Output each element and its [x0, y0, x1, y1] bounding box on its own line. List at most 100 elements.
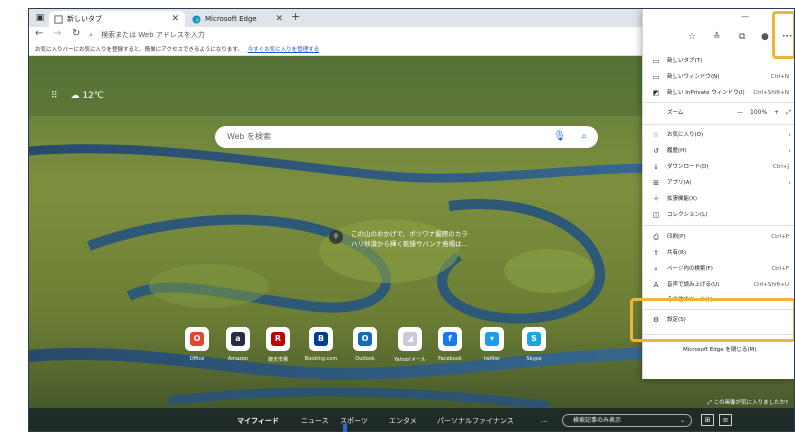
menu-item[interactable]: ▭ 新しいウィンドウ(N) Ctrl+N	[643, 69, 794, 85]
feed-filter-select[interactable]: 検索記事のみ表示 ⌄	[562, 414, 692, 427]
grid-view-icon[interactable]: ⊞	[701, 414, 714, 426]
zoom-in-button[interactable]: +	[774, 109, 779, 116]
settings-highlight	[630, 298, 794, 342]
chevron-right-icon: ›	[788, 131, 791, 139]
apps-grid-icon[interactable]: ⠿	[51, 91, 58, 101]
refresh-icon[interactable]: ↻	[72, 28, 80, 39]
menu-item-label: ページ内の検索(F)	[667, 266, 713, 272]
browser-window: ▣ 新しいタブ ✕ Microsoft Edge ✕ + ← → ↻ ⌕ 検索ま…	[28, 8, 795, 432]
menu-item-label: 新しい InPrivate ウィンドウ(I)	[667, 90, 745, 96]
tab-label: 新しいタブ	[67, 15, 102, 23]
temperature: 12℃	[82, 91, 104, 101]
close-tab-icon[interactable]: ✕	[171, 11, 179, 27]
new-window-icon: ▭	[652, 73, 660, 81]
tile-glyph: ◢	[403, 332, 417, 346]
menu-item[interactable]: ⎙ 印刷(P) Ctrl+P	[643, 229, 794, 245]
caption-line-2: ハリ砂漠から輝く乾燥サバンナ鳥場は...	[351, 240, 468, 248]
caption-line-1: この山のおかげで、ボツワナ最際のカラ	[351, 230, 468, 238]
zoom-out-button[interactable]: —	[737, 109, 743, 116]
back-arrow-icon[interactable]: ←	[35, 28, 43, 39]
like-image-hint[interactable]: ⤢ この画像が気に入りましたか?	[707, 398, 788, 407]
menu-item[interactable]: ⌕ ページ内の検索(F) Ctrl+F	[643, 261, 794, 277]
extensions-icon: ✧	[653, 195, 659, 203]
read-aloud-icon: A	[653, 281, 659, 289]
feed-more[interactable]: ...	[541, 416, 548, 424]
close-tab-icon[interactable]: ✕	[275, 11, 283, 27]
yahoo-mail-icon: ◢	[398, 327, 422, 351]
image-caption[interactable]: ⚲ この山のおかげで、ボツワナ最際のカラ ハリ砂漠から輝く乾燥サバンナ鳥場は..…	[329, 229, 468, 249]
manage-favorites-link[interactable]: 今すぐお気に入りを管理する	[248, 47, 320, 53]
more-button-highlight	[772, 11, 794, 59]
page-icon	[54, 15, 63, 24]
tile-glyph: a	[231, 332, 245, 346]
tab-actions-icon[interactable]: ▣	[33, 11, 47, 25]
office-icon: O	[185, 327, 209, 351]
web-search-box[interactable]: Web を検索 🎙 ⌕	[215, 126, 598, 148]
cloud-icon: ☁	[70, 91, 80, 101]
menu-item[interactable]: Microsoft Edge を閉じる(M)	[643, 342, 794, 358]
list-view-icon[interactable]: ≡	[719, 414, 732, 426]
profile-icon[interactable]: ●	[761, 32, 769, 42]
menu-separator	[643, 124, 794, 125]
menu-item[interactable]: ↺ 履歴(H) ›	[643, 143, 794, 159]
hint-text: この画像が気に入りましたか?	[713, 400, 788, 406]
favorites-message: お気に入りバーにお気に入りを登録すると、簡単にアクセスできるようになります。	[35, 47, 243, 53]
screenshot-stage: ▣ 新しいタブ ✕ Microsoft Edge ✕ + ← → ↻ ⌕ 検索ま…	[0, 0, 795, 440]
feed-tab-news[interactable]: ニュース	[301, 416, 329, 426]
menu-item-label: アプリ(A)	[667, 180, 692, 186]
menu-item-label: 履歴(H)	[667, 148, 687, 154]
feed-tab-finance[interactable]: パーソナルファイナンス	[437, 416, 514, 426]
new-tab-plus-icon[interactable]: +	[291, 10, 300, 23]
menu-item[interactable]: ◫ コレクション(L)	[643, 207, 794, 223]
collections-icon[interactable]: ⧉	[739, 32, 745, 42]
address-placeholder: 検索または Web アドレスを入力	[101, 31, 205, 39]
favorites-list-icon[interactable]: ≛	[713, 32, 721, 42]
weather-widget[interactable]: ⠿ ☁ 12℃	[51, 91, 104, 101]
feed-filter-value: 検索記事のみ表示	[573, 417, 622, 424]
menu-item[interactable]: ✧ 拡張機能(X)	[643, 191, 794, 207]
download-icon: ↓	[653, 163, 659, 171]
menu-item[interactable]: ⊞ アプリ(A) ›	[643, 175, 794, 191]
menu-item-shortcut: Ctrl+F	[771, 266, 789, 272]
tile-label: Skype	[526, 356, 542, 362]
tile-glyph: ▾	[485, 332, 499, 346]
menu-item[interactable]: ◩ 新しい InPrivate ウィンドウ(I) Ctrl+Shift+N	[643, 85, 794, 101]
chevron-right-icon: ›	[788, 147, 791, 155]
menu-item[interactable]: ⇪ 共有(R)	[643, 245, 794, 261]
menu-item[interactable]: ズーム — 100% + ⤢	[643, 105, 794, 121]
skype-icon: S	[522, 327, 546, 351]
twitter-icon: ▾	[480, 327, 504, 351]
favorite-star-icon[interactable]: ☆	[688, 32, 696, 42]
share-icon: ⇪	[653, 249, 659, 257]
search-placeholder: Web を検索	[227, 132, 271, 141]
minimize-icon[interactable]: —	[741, 12, 749, 21]
menu-item-label: 拡張機能(X)	[667, 196, 698, 202]
menu-item-shortcut: Ctrl+Shift+U	[753, 282, 789, 288]
tab-microsoft-edge[interactable]: Microsoft Edge ✕	[187, 11, 289, 27]
menu-item-shortcut: Ctrl+J	[772, 164, 789, 170]
menu-item[interactable]: ☆ お気に入り(O) ›	[643, 127, 794, 143]
find-icon: ⌕	[654, 265, 658, 273]
forward-arrow-icon[interactable]: →	[53, 28, 61, 39]
menu-item[interactable]: A 音声で読み上げる(U) Ctrl+Shift+U	[643, 277, 794, 293]
menu-item-label: ズーム	[667, 110, 684, 116]
menu-separator	[643, 225, 794, 226]
fullscreen-icon[interactable]: ⤢	[786, 109, 791, 116]
menu-item[interactable]: ↓ ダウンロード(D) Ctrl+J	[643, 159, 794, 175]
search-icon[interactable]: ⌕	[581, 126, 587, 148]
menu-item-label: 音声で読み上げる(U)	[667, 282, 720, 288]
chevron-down-icon: ⌄	[679, 417, 685, 424]
menu-item-shortcut: Ctrl+P	[771, 234, 789, 240]
apps-icon: ⊞	[653, 179, 659, 187]
tile-glyph: R	[271, 332, 285, 346]
history-icon: ↺	[653, 147, 659, 155]
tab-new-tab[interactable]: 新しいタブ ✕	[49, 11, 185, 27]
quick-link-tile[interactable]: S Skype	[508, 327, 560, 362]
tab-label: Microsoft Edge	[205, 15, 257, 23]
feed-tab-entertainment[interactable]: エンタメ	[389, 416, 417, 426]
feed-tab-my-feed[interactable]: マイフィード	[237, 416, 279, 426]
microphone-icon[interactable]: 🎙	[553, 126, 566, 148]
inprivate-icon: ◩	[652, 89, 660, 97]
address-bar[interactable]: ⌕ 検索または Web アドレスを入力	[89, 29, 629, 42]
collections-icon: ◫	[652, 211, 660, 219]
